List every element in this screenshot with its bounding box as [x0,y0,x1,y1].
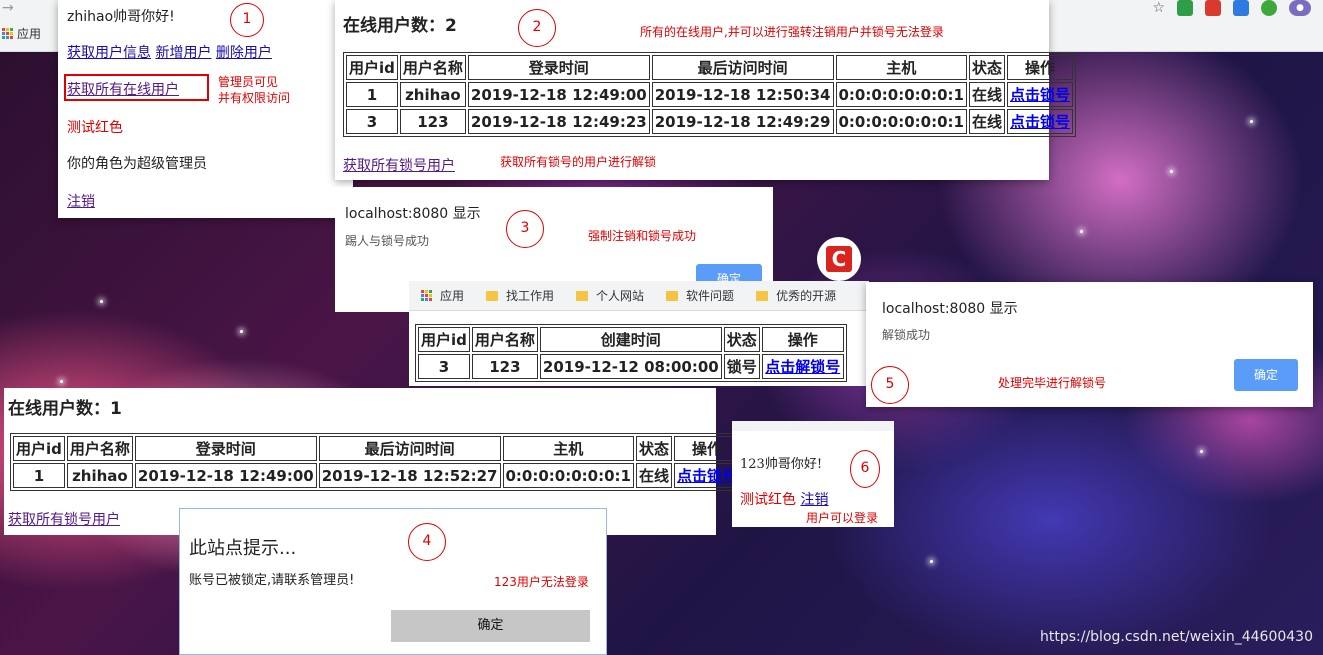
step-badge-5: 5 [871,366,909,404]
table-header: 用户id 用户名称 登录时间 最后访问时间 主机 状态 操作 [13,436,741,461]
table-header: 用户id 用户名称 创建时间 状态 操作 [418,327,844,352]
dialog-message: 踢人与锁号成功 [345,234,430,248]
online-users-table: 用户id 用户名称 登录时间 最后访问时间 主机 状态 操作 1 zhihao … [10,433,744,491]
add-user-link[interactable]: 新增用户 [155,45,211,61]
logout-link[interactable]: 注销 [67,191,95,211]
unlock-user-link[interactable]: 点击解锁号 [765,358,840,376]
step-badge-3: 3 [506,210,544,248]
dialog-title: localhost:8080 显示 [882,301,1018,317]
folder-icon [756,290,769,301]
bookmark-job[interactable]: 找工作用 [486,287,554,304]
locked-users-note: 获取所有锁号的用户进行解锁 [500,155,657,169]
step-badge-1: 1 [230,3,264,37]
apps-label: 应用 [17,27,42,41]
folder-icon [486,290,499,301]
bookmark-personal-site[interactable]: 个人网站 [576,287,644,304]
get-online-users-link[interactable]: 获取所有在线用户 [67,79,179,99]
logout-link[interactable]: 注销 [800,492,828,508]
locked-users-panel: 用户id 用户名称 创建时间 状态 操作 3 123 2019-12-12 08… [409,311,869,386]
greeting: zhihao帅哥你好! [67,9,175,25]
role-text: 你的角色为超级管理员 [67,156,207,172]
ok-button[interactable]: 确定 [391,610,590,642]
dialog-message: 解锁成功 [882,328,931,342]
profile-avatar[interactable]: ● [1289,0,1311,16]
lock-user-link[interactable]: 点击锁号 [1010,86,1070,104]
online-users-table: 用户id 用户名称 登录时间 最后访问时间 主机 状态 操作 1 zhihao … [343,52,1077,137]
kick-lock-note: 强制注销和锁号成功 [588,229,697,243]
greeting: 123帅哥你好! [740,457,823,472]
lock-user-link[interactable]: 点击锁号 [1010,113,1070,131]
extension-blue-icon[interactable] [1233,0,1249,16]
step-badge-6: 6 [850,450,880,488]
apps-icon [421,290,432,301]
apps-bookmark[interactable]: 应用 [421,287,464,304]
bookmark-software-issues[interactable]: 软件问题 [666,287,734,304]
red-test-text: 测试红色 [740,492,796,508]
csdn-logo-icon: C [817,237,861,281]
dialog-message: 账号已被锁定,请联系管理员! [189,573,355,588]
locked-users-table: 用户id 用户名称 创建时间 状态 操作 3 123 2019-12-12 08… [415,324,847,382]
red-test-text: 测试红色 [67,120,123,136]
extension-red-icon[interactable] [1205,0,1221,16]
get-locked-users-link[interactable]: 获取所有锁号用户 [343,155,455,175]
star-bookmark-icon[interactable]: ☆ [1152,0,1165,16]
delete-user-link[interactable]: 删除用户 [216,45,272,61]
unlock-note: 处理完毕进行解锁号 [998,376,1107,390]
dialog-title: 此站点提示... [189,538,297,559]
links-row: 获取用户信息 新增用户 删除用户 [67,42,272,62]
folder-icon [666,290,679,301]
table-row: 1 zhihao 2019-12-18 12:49:00 2019-12-18 … [13,463,741,488]
table-row: 3 123 2019-12-18 12:49:23 2019-12-18 12:… [346,109,1074,134]
table-row: 3 123 2019-12-12 08:00:00 锁号 点击解锁号 [418,354,844,379]
bookmark-opensource[interactable]: 优秀的开源 [756,287,836,304]
table-row: 1 zhihao 2019-12-18 12:49:00 2019-12-18 … [346,82,1074,107]
links-row: 测试红色 注销 [740,489,828,509]
bookmarks-bar: 应用 找工作用 个人网站 软件问题 优秀的开源 [409,281,869,311]
account-locked-dialog: 此站点提示... 账号已被锁定,请联系管理员! 123用户无法登录 确定 [179,508,607,655]
admin-visible-note: 管理员可见 并有权限访问 [218,75,291,105]
cannot-login-note: 123用户无法登录 [494,575,589,589]
online-count-title: 在线用户数：1 [8,399,122,419]
online-users-note: 所有的在线用户,并可以进行强转注销用户并锁号无法登录 [640,25,944,39]
apps-bookmark[interactable]: 应用 [2,25,41,42]
step-badge-2: 2 [518,9,556,47]
extension-green2-icon[interactable] [1261,0,1277,16]
online-count-title: 在线用户数：2 [343,16,457,36]
unlock-success-dialog: localhost:8080 显示 解锁成功 处理完毕进行解锁号 确定 [866,282,1313,407]
get-user-info-link[interactable]: 获取用户信息 [67,45,151,61]
apps-icon [2,28,13,39]
online-users-panel: 在线用户数：2 所有的在线用户,并可以进行强转注销用户并锁号无法登录 用户id … [335,0,1077,180]
watermark: https://blog.csdn.net/weixin_44600430 [1039,629,1313,645]
back-arrow-icon[interactable]: → [2,0,14,16]
ok-button[interactable]: 确定 [1234,359,1298,391]
extension-green-icon[interactable] [1177,0,1193,16]
admin-home-panel: zhihao帅哥你好! 获取用户信息 新增用户 删除用户 获取所有在线用户 管理… [58,0,353,218]
can-login-note: 用户可以登录 [806,511,879,525]
step-badge-4: 4 [408,523,446,561]
folder-icon [576,290,589,301]
get-locked-users-link[interactable]: 获取所有锁号用户 [8,509,120,529]
dialog-title: localhost:8080 显示 [345,206,481,222]
lock-user-link[interactable]: 点击锁号 [677,467,737,485]
table-header: 用户id 用户名称 登录时间 最后访问时间 主机 状态 操作 [346,55,1074,80]
